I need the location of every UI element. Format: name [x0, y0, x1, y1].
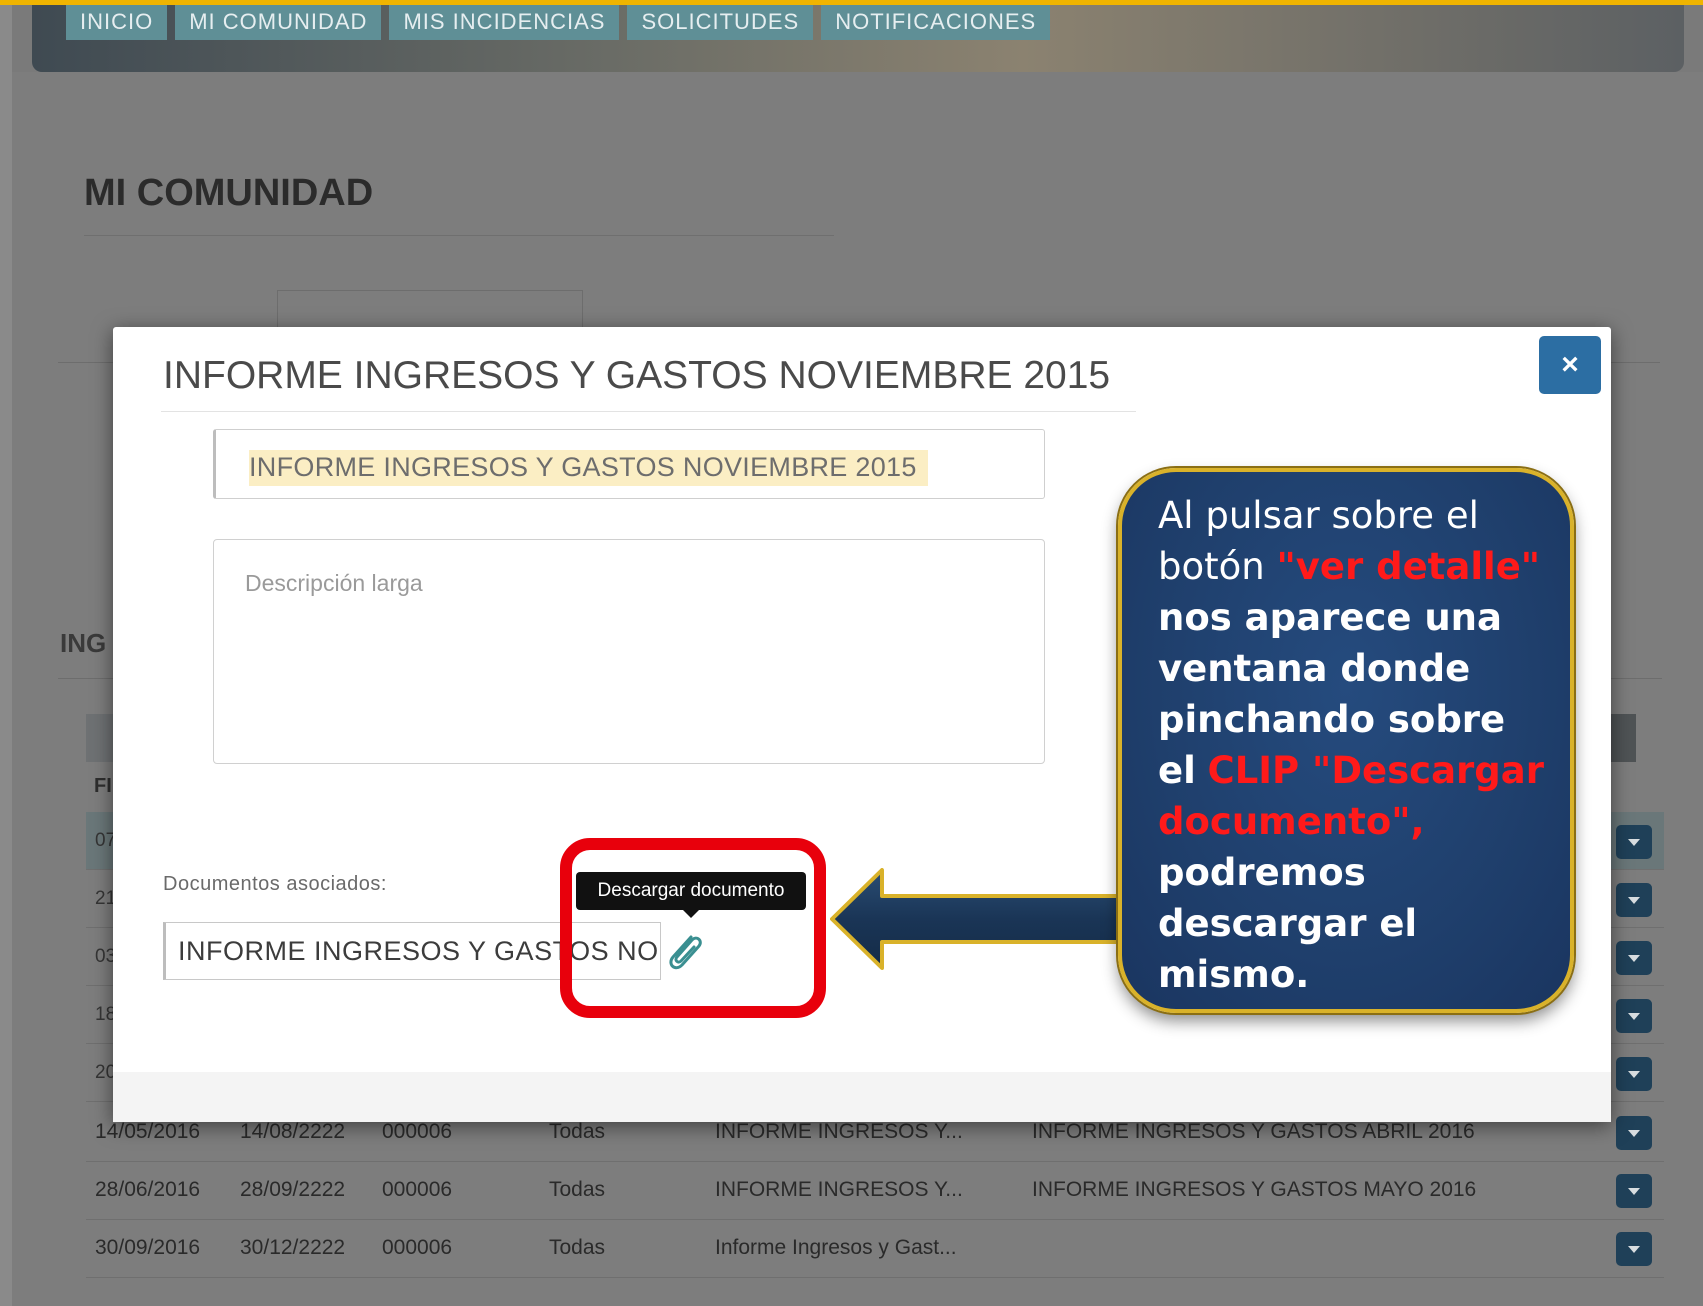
row-expand-button[interactable] — [1616, 1174, 1652, 1208]
cell-titulo: INFORME INGRESOS Y... — [715, 1120, 963, 1143]
section-title: ING — [60, 628, 107, 658]
nav-mis-incidencias[interactable]: MIS INCIDENCIAS — [389, 5, 620, 40]
nav-mi-comunidad[interactable]: MI COMUNIDAD — [175, 5, 382, 40]
table-row[interactable]: 28/06/2016 28/09/2222 000006 Todas INFOR… — [86, 1162, 1664, 1220]
table-header-fecha: FI — [94, 775, 112, 797]
main-nav: INICIO MI COMUNIDAD MIS INCIDENCIAS SOLI… — [66, 5, 1051, 40]
close-button[interactable]: × — [1539, 336, 1601, 394]
modal-title-divider — [161, 411, 1136, 412]
cell-caducidad: 28/09/2222 — [240, 1178, 346, 1201]
cell-ambito: Todas — [549, 1236, 606, 1259]
row-expand-button[interactable] — [1616, 1232, 1652, 1266]
row-expand-button[interactable] — [1616, 883, 1652, 917]
cell-fecha: 28/06/2016 — [95, 1178, 201, 1201]
cell-caducidad: 14/08/2222 — [240, 1120, 346, 1143]
row-expand-button[interactable] — [1616, 825, 1652, 859]
description-textarea[interactable]: Descripción larga — [213, 539, 1045, 764]
left-frame — [0, 0, 12, 1306]
nav-solicitudes[interactable]: SOLICITUDES — [627, 5, 814, 40]
cell-titulo: Informe Ingresos y Gast... — [715, 1236, 957, 1259]
description-placeholder: Descripción larga — [245, 570, 423, 596]
nav-inicio[interactable]: INICIO — [66, 5, 168, 40]
highlight-red-box — [560, 838, 826, 1018]
pointer-arrow-icon — [830, 868, 1130, 970]
cell-fecha: 30/09/2016 — [95, 1236, 201, 1259]
cell-codigo: 000006 — [382, 1120, 453, 1143]
associated-docs-label: Documentos asociados: — [163, 873, 387, 895]
cell-descripcion: INFORME INGRESOS Y GASTOS MAYO 2016 — [1032, 1178, 1477, 1201]
document-name-value: INFORME INGRESOS Y GASTOS NOVIEMBRE 2015 — [249, 452, 917, 482]
cell-descripcion: INFORME INGRESOS Y GASTOS ABRIL 2016 — [1032, 1120, 1475, 1143]
row-expand-button[interactable] — [1616, 1116, 1652, 1150]
callout-text-download: podremos descargar el mismo. — [1158, 851, 1418, 996]
row-expand-button[interactable] — [1616, 1057, 1652, 1091]
modal-title: INFORME INGRESOS Y GASTOS NOVIEMBRE 2015 — [163, 354, 1111, 397]
cell-ambito: Todas — [549, 1120, 606, 1143]
cell-caducidad: 30/12/2222 — [240, 1236, 346, 1259]
nav-notificaciones[interactable]: NOTIFICACIONES — [821, 5, 1051, 40]
cell-fecha: 14/05/2016 — [95, 1120, 201, 1143]
cell-codigo: 000006 — [382, 1178, 453, 1201]
callout-text-clip: CLIP "Descargar documento", — [1158, 749, 1544, 843]
instruction-callout: Al pulsar sobre el botón "ver detalle" n… — [1118, 468, 1574, 1013]
table-row[interactable]: 30/09/2016 30/12/2222 000006 Todas Infor… — [86, 1220, 1664, 1278]
row-expand-button[interactable] — [1616, 999, 1652, 1033]
modal-footer — [113, 1072, 1611, 1122]
tab-documentos-active[interactable] — [277, 290, 583, 331]
title-divider — [84, 235, 834, 236]
cell-codigo: 000006 — [382, 1236, 453, 1259]
row-expand-button[interactable] — [1616, 941, 1652, 975]
page-title: MI COMUNIDAD — [84, 172, 374, 214]
callout-text-ver-detalle: "ver detalle" — [1276, 545, 1541, 588]
cell-titulo: INFORME INGRESOS Y... — [715, 1178, 963, 1201]
document-name-field[interactable]: INFORME INGRESOS Y GASTOS NOVIEMBRE 2015 — [213, 429, 1045, 499]
cell-ambito: Todas — [549, 1178, 606, 1201]
